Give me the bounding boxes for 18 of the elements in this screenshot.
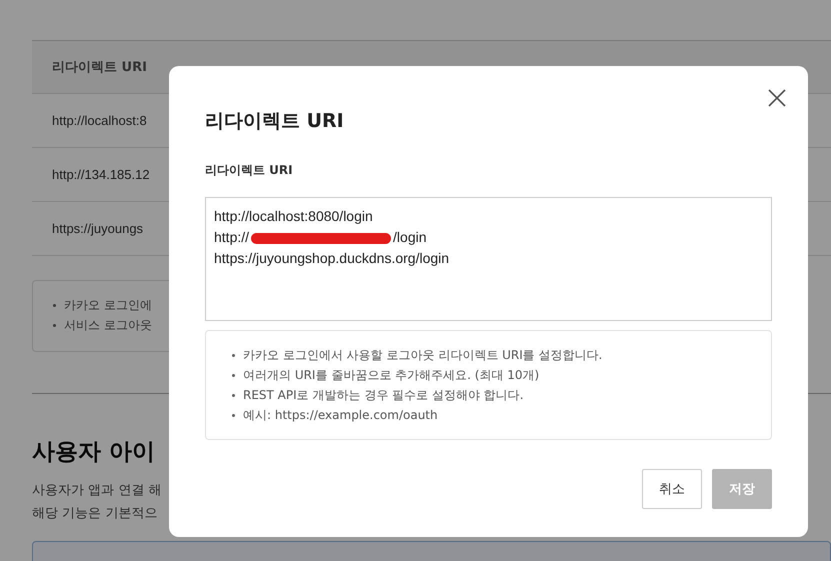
section-text: 해당 기능은 기본적으	[32, 505, 158, 523]
table-cell: http://localhost:8	[52, 113, 147, 128]
table-cell: https://juyoungs	[52, 221, 144, 236]
cancel-button[interactable]: 취소	[642, 469, 702, 509]
section-title: 사용자 아이	[32, 438, 156, 467]
note-text: 서비스 로그아웃	[64, 317, 152, 334]
help-text: 카카오 로그인에서 사용할 로그아웃 리다이렉트 URI를 설정합니다.	[243, 347, 602, 364]
uri-textarea[interactable]: http://localhost:8080/login http:// /login https://juyoungshop.duckdns.org/login	[205, 197, 772, 321]
table-cell: http://134.185.12	[52, 167, 150, 182]
field-label: 리다이렉트 URI	[205, 162, 294, 179]
column-header: 리다이렉트 URI	[52, 59, 147, 76]
note-text: 카카오 로그인에	[64, 297, 152, 314]
help-text: 여러개의 URI를 줄바꿈으로 추가해주세요. (최대 10개)	[243, 367, 540, 384]
dialog-title: 리다이렉트 URI	[205, 109, 344, 134]
help-text: REST API로 개발하는 경우 필수로 설정해야 합니다.	[243, 387, 524, 404]
section-text: 사용자가 앱과 연결 해	[32, 482, 162, 500]
close-icon[interactable]	[768, 89, 786, 107]
help-text: 예시: https://example.com/oauth	[243, 407, 438, 424]
